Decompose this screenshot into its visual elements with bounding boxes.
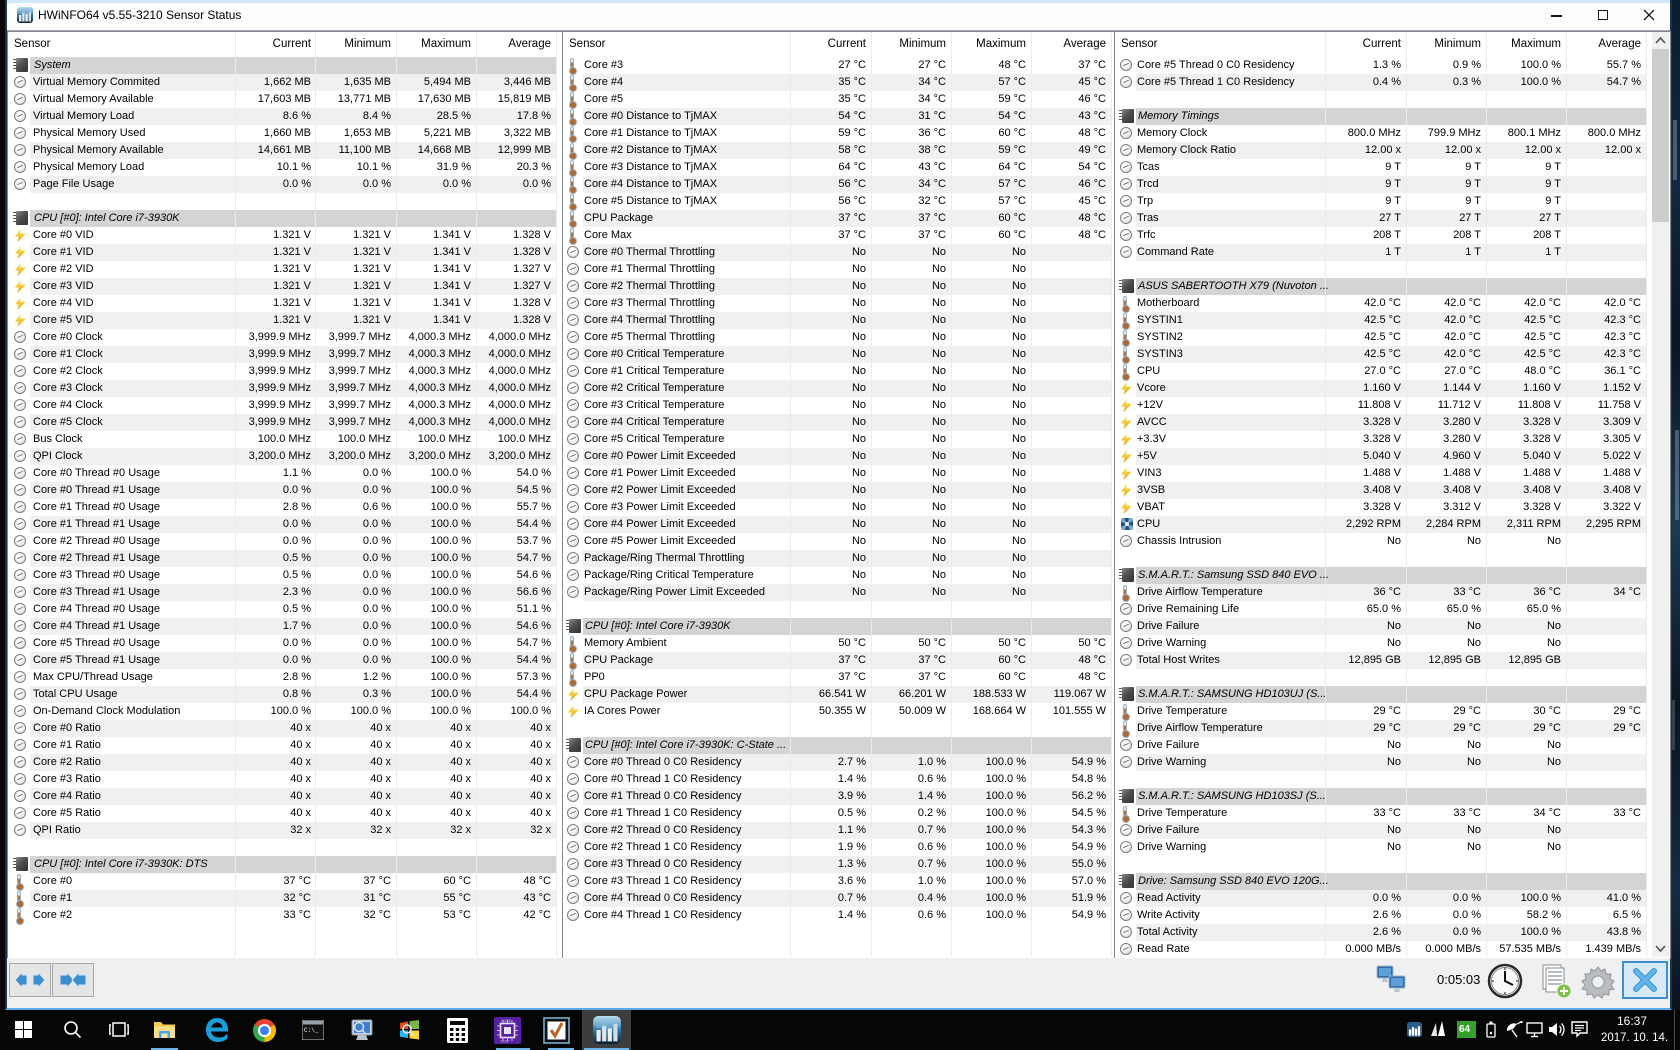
svg-text:TEMP: TEMP — [500, 1040, 510, 1044]
svg-text:C:\_: C:\_ — [304, 1027, 319, 1034]
svg-text:CORE: CORE — [501, 1019, 512, 1023]
